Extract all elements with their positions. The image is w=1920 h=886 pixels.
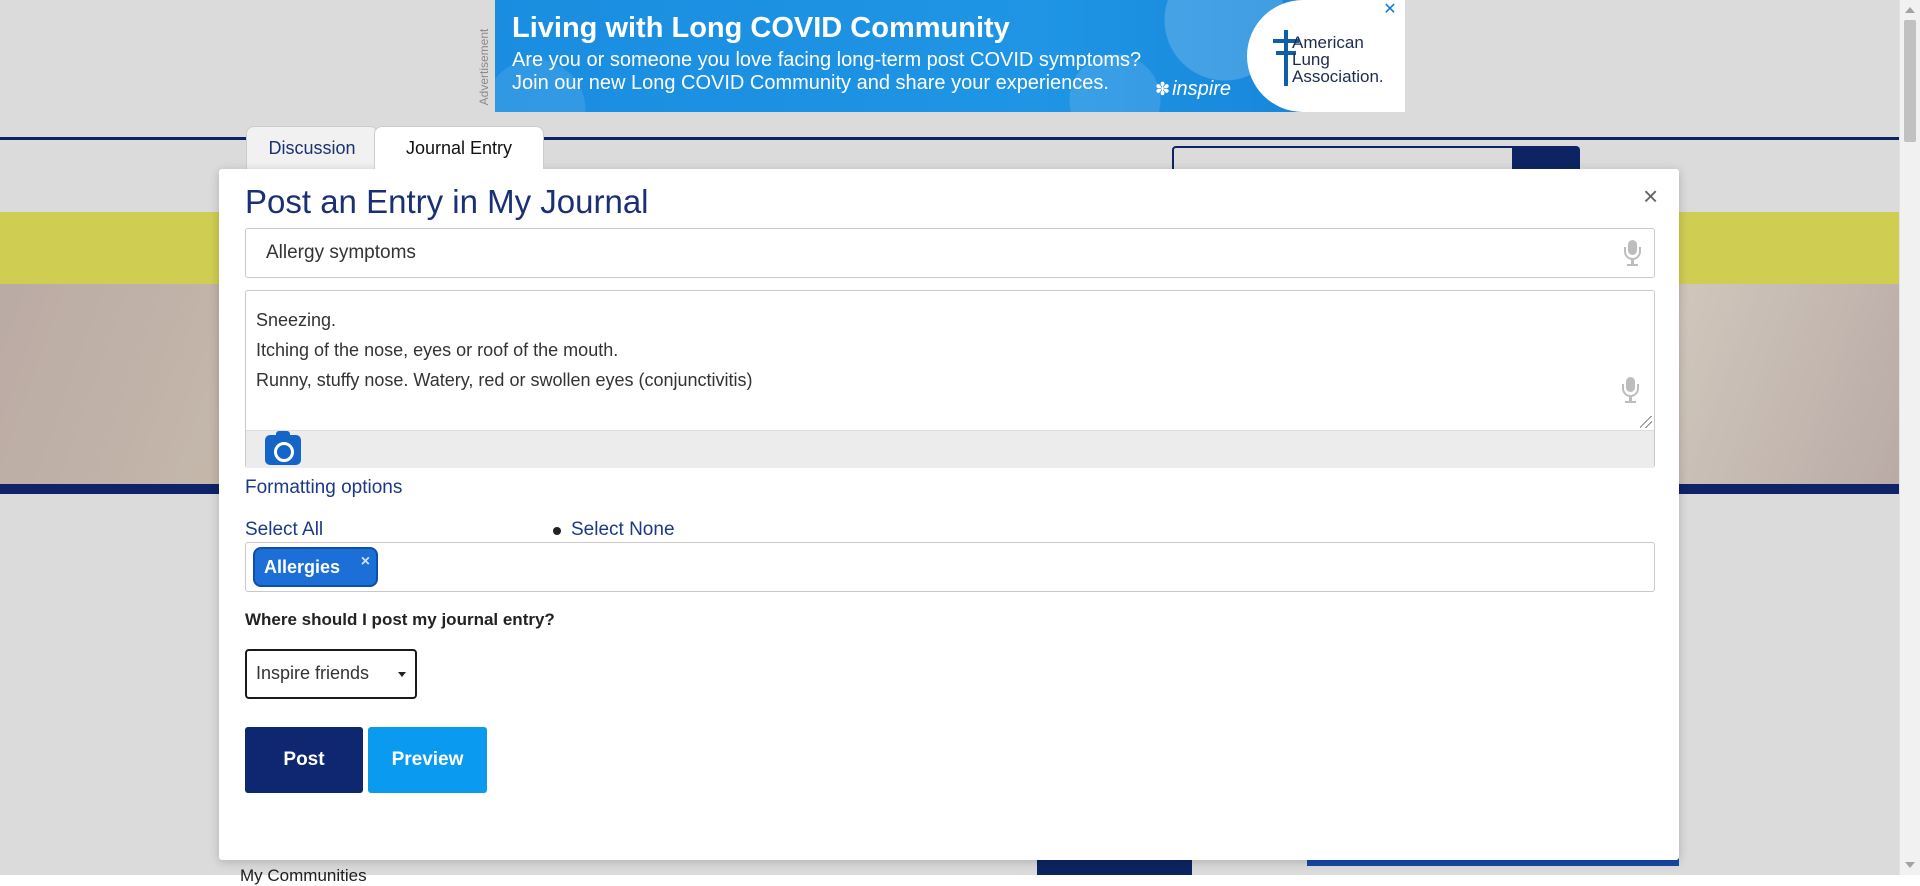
journal-entry-modal: Post an Entry in My Journal × Sneezing. … [219,169,1679,860]
modal-title: Post an Entry in My Journal [245,183,649,220]
ad-title: Living with Long COVID Community [512,12,1010,44]
scroll-up-icon[interactable] [1905,7,1915,13]
tab-discussion[interactable]: Discussion [246,126,378,169]
advertisement-banner[interactable]: Living with Long COVID Community Are you… [495,0,1405,112]
scrollbar-thumb[interactable] [1904,20,1916,142]
body-line: Runny, stuffy nose. Watery, red or swoll… [256,370,753,390]
chevron-down-icon [398,672,406,677]
tag-chip-allergies[interactable]: Allergies × [253,544,379,587]
entry-body-text[interactable]: Sneezing. Itching of the nose, eyes or r… [256,305,753,395]
select-all-link[interactable]: Select All [245,519,323,541]
post-button[interactable]: Post [245,727,363,793]
entry-title-input[interactable] [264,229,1568,277]
microphone-icon[interactable] [1624,240,1641,268]
post-location-label: Where should I post my journal entry? [245,610,555,629]
community-tags-field[interactable]: Allergies × [245,542,1655,592]
page-scrollbar[interactable] [1899,0,1920,875]
separator-dot [553,527,561,535]
ad-inspire-logo: ✽ inspire [1155,78,1232,100]
close-icon[interactable]: × [1643,181,1658,212]
audience-select-value: Inspire friends [256,663,370,683]
select-none-link[interactable]: Select None [571,519,675,541]
body-line: Itching of the nose, eyes or roof of the… [256,340,619,360]
audience-select[interactable]: Inspire friends [245,649,417,699]
ad-close-icon[interactable]: ✕ [1379,0,1401,20]
remove-tag-icon[interactable]: × [361,544,370,580]
camera-icon[interactable] [265,431,301,465]
ad-text-line1: Are you or someone you love facing long-… [512,49,1142,71]
formatting-options-link[interactable]: Formatting options [245,477,402,499]
tab-journal-entry[interactable]: Journal Entry [374,126,544,169]
ad-label: Advertisement [477,28,491,106]
preview-button[interactable]: Preview [368,727,487,793]
tag-label: Allergies [264,557,341,577]
ad-text-line2: Join our new Long COVID Community and sh… [512,72,1109,94]
entry-body-textarea[interactable]: Sneezing. Itching of the nose, eyes or r… [245,290,1655,468]
body-line: Sneezing. [256,310,337,330]
inspire-leaf-icon: ✽ [1155,79,1171,99]
entry-title-field[interactable] [245,228,1655,278]
scroll-down-icon[interactable] [1905,862,1915,868]
ad-org-name: American Lung Association. [1292,33,1384,86]
editor-toolbar [246,430,1654,468]
microphone-icon[interactable] [1622,377,1639,405]
resize-handle[interactable] [1640,416,1652,428]
